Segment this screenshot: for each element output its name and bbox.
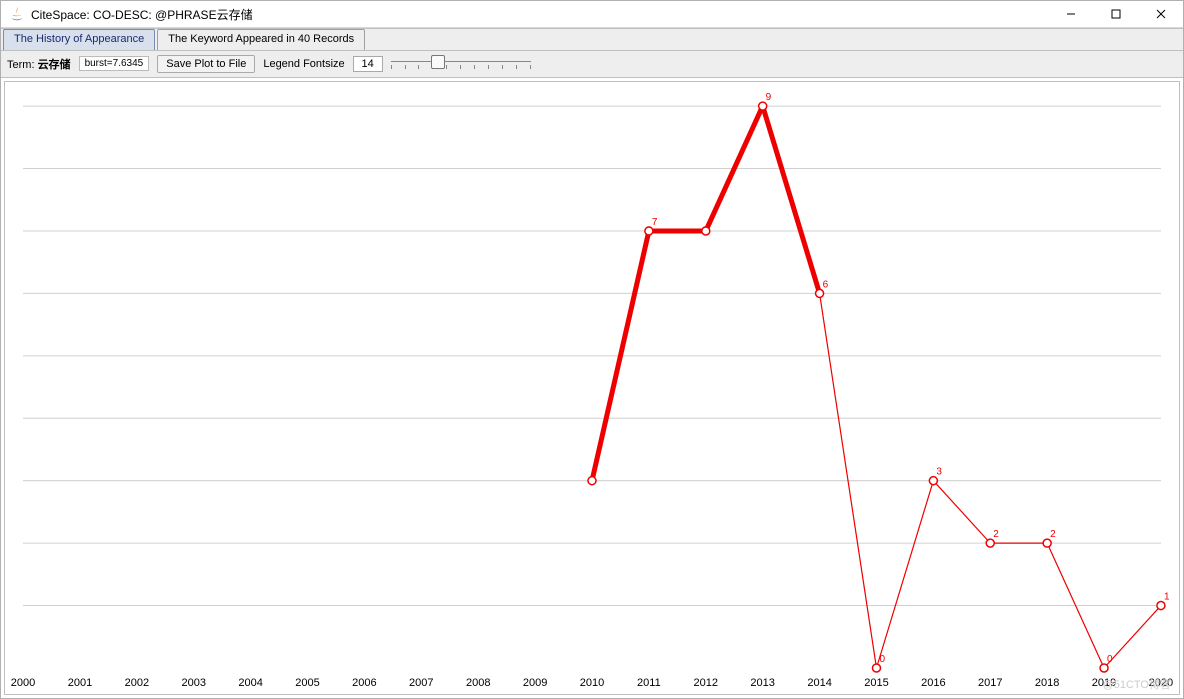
x-tick-label: 2010 <box>580 677 605 689</box>
x-tick-label: 2008 <box>466 677 491 689</box>
x-tick-label: 2012 <box>694 677 719 689</box>
toolbar: Term: 云存储 burst=7.6345 Save Plot to File… <box>1 51 1183 78</box>
minimize-button[interactable] <box>1048 1 1093 27</box>
x-tick-label: 2009 <box>523 677 548 689</box>
tab-records[interactable]: The Keyword Appeared in 40 Records <box>157 29 365 50</box>
x-tick-label: 2020 <box>1149 677 1174 689</box>
term-label: Term: 云存储 <box>7 56 71 72</box>
x-tick-label: 2011 <box>637 677 661 689</box>
point-label: 3 <box>936 467 942 478</box>
x-tick-label: 2017 <box>978 677 1003 689</box>
x-tick-label: 2019 <box>1092 677 1117 689</box>
save-plot-button[interactable]: Save Plot to File <box>157 55 255 73</box>
x-tick-label: 2005 <box>295 677 320 689</box>
point-label: 7 <box>652 217 658 228</box>
point-label: 7 <box>709 217 715 228</box>
fontsize-label: Legend Fontsize <box>263 58 344 70</box>
java-app-icon <box>9 6 25 22</box>
chart-area: 2000200120022003200420052006200720082009… <box>4 81 1180 695</box>
point-label: 0 <box>1107 654 1113 665</box>
point-label: 9 <box>766 92 772 103</box>
tab-history[interactable]: The History of Appearance <box>3 29 155 50</box>
tab-bar: The History of Appearance The Keyword Ap… <box>1 28 1183 51</box>
x-tick-label: 2000 <box>11 677 36 689</box>
fontsize-slider[interactable] <box>391 54 531 74</box>
point-label: 2 <box>1050 529 1056 540</box>
window-title: CiteSpace: CO-DESC: @PHRASE云存储 <box>31 6 1048 23</box>
maximize-button[interactable] <box>1093 1 1138 27</box>
x-tick-label: 2003 <box>181 677 206 689</box>
x-tick-label: 2001 <box>68 677 93 689</box>
titlebar: CiteSpace: CO-DESC: @PHRASE云存储 <box>1 1 1183 28</box>
x-tick-label: 2002 <box>125 677 150 689</box>
burst-badge: burst=7.6345 <box>79 56 150 71</box>
x-tick-label: 2007 <box>409 677 434 689</box>
fontsize-input[interactable] <box>353 56 383 72</box>
point-label: 0 <box>879 654 885 665</box>
x-tick-label: 2006 <box>352 677 377 689</box>
term-value: 云存储 <box>38 59 71 71</box>
point-label: 1 <box>1164 591 1170 602</box>
x-tick-label: 2014 <box>807 677 832 689</box>
close-button[interactable] <box>1138 1 1183 27</box>
x-tick-label: 2018 <box>1035 677 1060 689</box>
x-tick-label: 2015 <box>864 677 889 689</box>
x-tick-label: 2013 <box>750 677 775 689</box>
x-tick-label: 2004 <box>238 677 263 689</box>
point-label: 2 <box>993 529 999 540</box>
x-tick-label: 2016 <box>921 677 946 689</box>
point-label: 6 <box>823 279 829 290</box>
